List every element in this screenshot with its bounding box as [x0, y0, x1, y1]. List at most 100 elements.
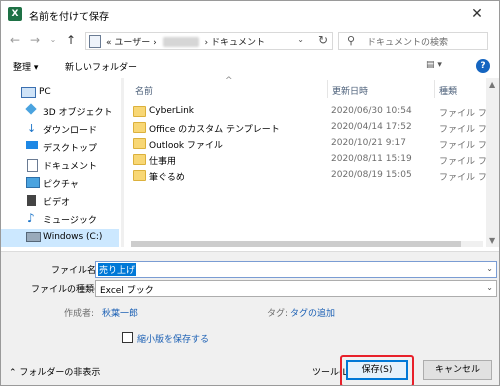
organize-button[interactable]: 整理 ▾ [13, 60, 38, 73]
file-date: 2020/08/11 15:19 [331, 154, 412, 164]
nav-label: ダウンロード [43, 126, 98, 136]
nav-item-desktop[interactable]: デスクトップ [1, 138, 119, 156]
column-header-date[interactable]: 更新日時 [332, 84, 368, 97]
back-button[interactable]: ← [7, 32, 23, 48]
filetype-value: Excel ブック [100, 286, 154, 296]
nav-item-3d-objects[interactable]: 3D オブジェクト [1, 102, 119, 120]
nav-item-downloads[interactable]: ↓ ダウンロード [1, 120, 119, 138]
nav-label: Windows (C:) [43, 232, 103, 242]
desktop-icon [26, 141, 38, 149]
file-date: 2020/10/21 9:17 [331, 138, 406, 148]
close-icon: ✕ [471, 6, 483, 22]
nav-label: 3D オブジェクト [43, 108, 113, 118]
pictures-icon [26, 177, 40, 188]
new-folder-button[interactable]: 新しいフォルダー [65, 60, 137, 73]
change-view-button[interactable]: ▤ ▾ [426, 60, 442, 70]
address-dropdown-icon[interactable]: ⌄ [297, 35, 304, 44]
dialog-title: 名前を付けて保存 [29, 12, 109, 23]
column-header-name[interactable]: 名前 [135, 84, 153, 97]
document-icon [89, 35, 101, 48]
nav-label: ビデオ [43, 198, 71, 208]
cube-icon [25, 103, 37, 115]
hide-folders-label: フォルダーの非表示 [19, 368, 101, 378]
sort-ascending-icon: ^ [225, 76, 233, 86]
breadcrumb-username-redacted[interactable] [162, 37, 199, 47]
file-date: 2020/06/30 10:54 [331, 106, 412, 116]
forward-arrow-icon: → [29, 33, 41, 47]
file-name: CyberLink [149, 106, 194, 116]
column-divider[interactable] [434, 80, 435, 98]
file-row[interactable]: Outlook ファイル 2020/10/21 9:17 ファイル フォル [127, 136, 499, 151]
horizontal-scrollbar[interactable] [131, 241, 483, 247]
scroll-down-icon[interactable]: ▼ [489, 236, 495, 245]
chevron-down-icon: ⌄ [49, 35, 57, 44]
breadcrumb-separator[interactable]: › [204, 38, 208, 48]
file-name: 筆ぐるめ [149, 173, 185, 183]
file-list: ^ 名前 更新日時 種類 CyberLink 2020/06/30 10:54 … [127, 76, 499, 247]
folder-icon [133, 138, 146, 149]
help-button[interactable]: ? [476, 59, 490, 73]
column-header-type[interactable]: 種類 [439, 84, 457, 97]
breadcrumb-overflow[interactable]: « [106, 38, 112, 48]
navigation-pane-scrollbar[interactable] [121, 78, 124, 247]
command-bar: 整理 ▾ 新しいフォルダー ▤ ▾ ? [1, 56, 499, 78]
navigation-row: ← → ⌄ ↑ « ユーザー › › ドキュメント ⌄ ↻ ⚲ ドキュメントの検… [1, 28, 499, 52]
hide-folders-button[interactable]: ⌃ フォルダーの非表示 [9, 365, 100, 378]
save-button[interactable]: 保存(S) [346, 360, 408, 380]
save-as-dialog: X 名前を付けて保存 ✕ ← → ⌄ ↑ « ユーザー › › ドキュメント ⌄… [0, 0, 500, 386]
tags-value[interactable]: タグの追加 [290, 306, 335, 319]
chevron-down-icon[interactable]: ⌄ [486, 264, 493, 273]
column-divider[interactable] [327, 80, 328, 98]
nav-item-documents[interactable]: ドキュメント [1, 156, 119, 174]
save-thumbnail-label[interactable]: 縮小版を保存する [137, 332, 209, 345]
chevron-up-icon: ⌃ [9, 368, 17, 378]
close-button[interactable]: ✕ [455, 1, 499, 28]
forward-button[interactable]: → [27, 32, 43, 48]
save-options-panel: ファイル名(N): 売り上げ ⌄ ファイルの種類(T): Excel ブック ⌄… [1, 251, 499, 385]
file-row[interactable]: 筆ぐるめ 2020/08/19 15:05 ファイル フォル [127, 168, 499, 183]
folder-icon [133, 122, 146, 133]
recent-locations-button[interactable]: ⌄ [45, 32, 61, 48]
file-name: Office のカスタム テンプレート [149, 125, 280, 135]
computer-icon [21, 87, 36, 98]
folder-icon [133, 170, 146, 181]
excel-icon: X [8, 7, 22, 21]
breadcrumb: « ユーザー › › ドキュメント [106, 35, 265, 48]
file-row[interactable]: 仕事用 2020/08/11 15:19 ファイル フォル [127, 152, 499, 167]
file-date: 2020/08/19 15:05 [331, 170, 412, 180]
author-value[interactable]: 秋葉一郎 [102, 306, 138, 319]
filetype-select[interactable]: Excel ブック ⌄ [95, 280, 497, 297]
address-bar[interactable]: « ユーザー › › ドキュメント ⌄ ↻ [85, 32, 333, 50]
nav-item-windows-c[interactable]: Windows (C:) [1, 229, 119, 247]
nav-item-pictures[interactable]: ピクチャ [1, 174, 119, 192]
chevron-down-icon: ⌄ [486, 283, 493, 292]
file-name: Outlook ファイル [149, 141, 223, 151]
document-icon [27, 159, 38, 172]
refresh-icon[interactable]: ↻ [318, 33, 328, 47]
up-button[interactable]: ↑ [63, 32, 79, 48]
breadcrumb-separator[interactable]: › [153, 38, 157, 48]
save-thumbnail-checkbox[interactable] [122, 332, 133, 343]
scrollbar-thumb[interactable] [131, 241, 461, 247]
drive-icon [26, 232, 41, 242]
navigation-pane: PC 3D オブジェクト ↓ ダウンロード デスクトップ ドキュメント ピクチャ… [1, 78, 123, 247]
nav-item-pc[interactable]: PC [1, 84, 119, 102]
search-box[interactable]: ⚲ ドキュメントの検索 [338, 32, 488, 50]
music-note-icon: ♪ [27, 211, 35, 225]
vertical-scrollbar[interactable]: ▲ ▼ [486, 78, 499, 247]
search-placeholder: ドキュメントの検索 [367, 38, 449, 48]
nav-item-videos[interactable]: ビデオ [1, 192, 119, 210]
file-row[interactable]: Office のカスタム テンプレート 2020/04/14 17:52 ファイ… [127, 120, 499, 135]
back-arrow-icon: ← [9, 33, 21, 47]
nav-label: ミュージック [43, 216, 97, 226]
filename-value: 売り上げ [98, 263, 137, 276]
cancel-button[interactable]: キャンセル [423, 360, 492, 380]
file-row[interactable]: CyberLink 2020/06/30 10:54 ファイル フォル [127, 104, 499, 119]
breadcrumb-user[interactable]: ユーザー [114, 38, 150, 48]
nav-item-music[interactable]: ♪ ミュージック [1, 210, 119, 228]
nav-label: ドキュメント [43, 162, 98, 172]
nav-label: ピクチャ [43, 180, 79, 190]
filename-input[interactable]: 売り上げ ⌄ [95, 261, 497, 278]
breadcrumb-documents[interactable]: ドキュメント [211, 38, 265, 48]
scroll-up-icon[interactable]: ▲ [489, 80, 495, 89]
